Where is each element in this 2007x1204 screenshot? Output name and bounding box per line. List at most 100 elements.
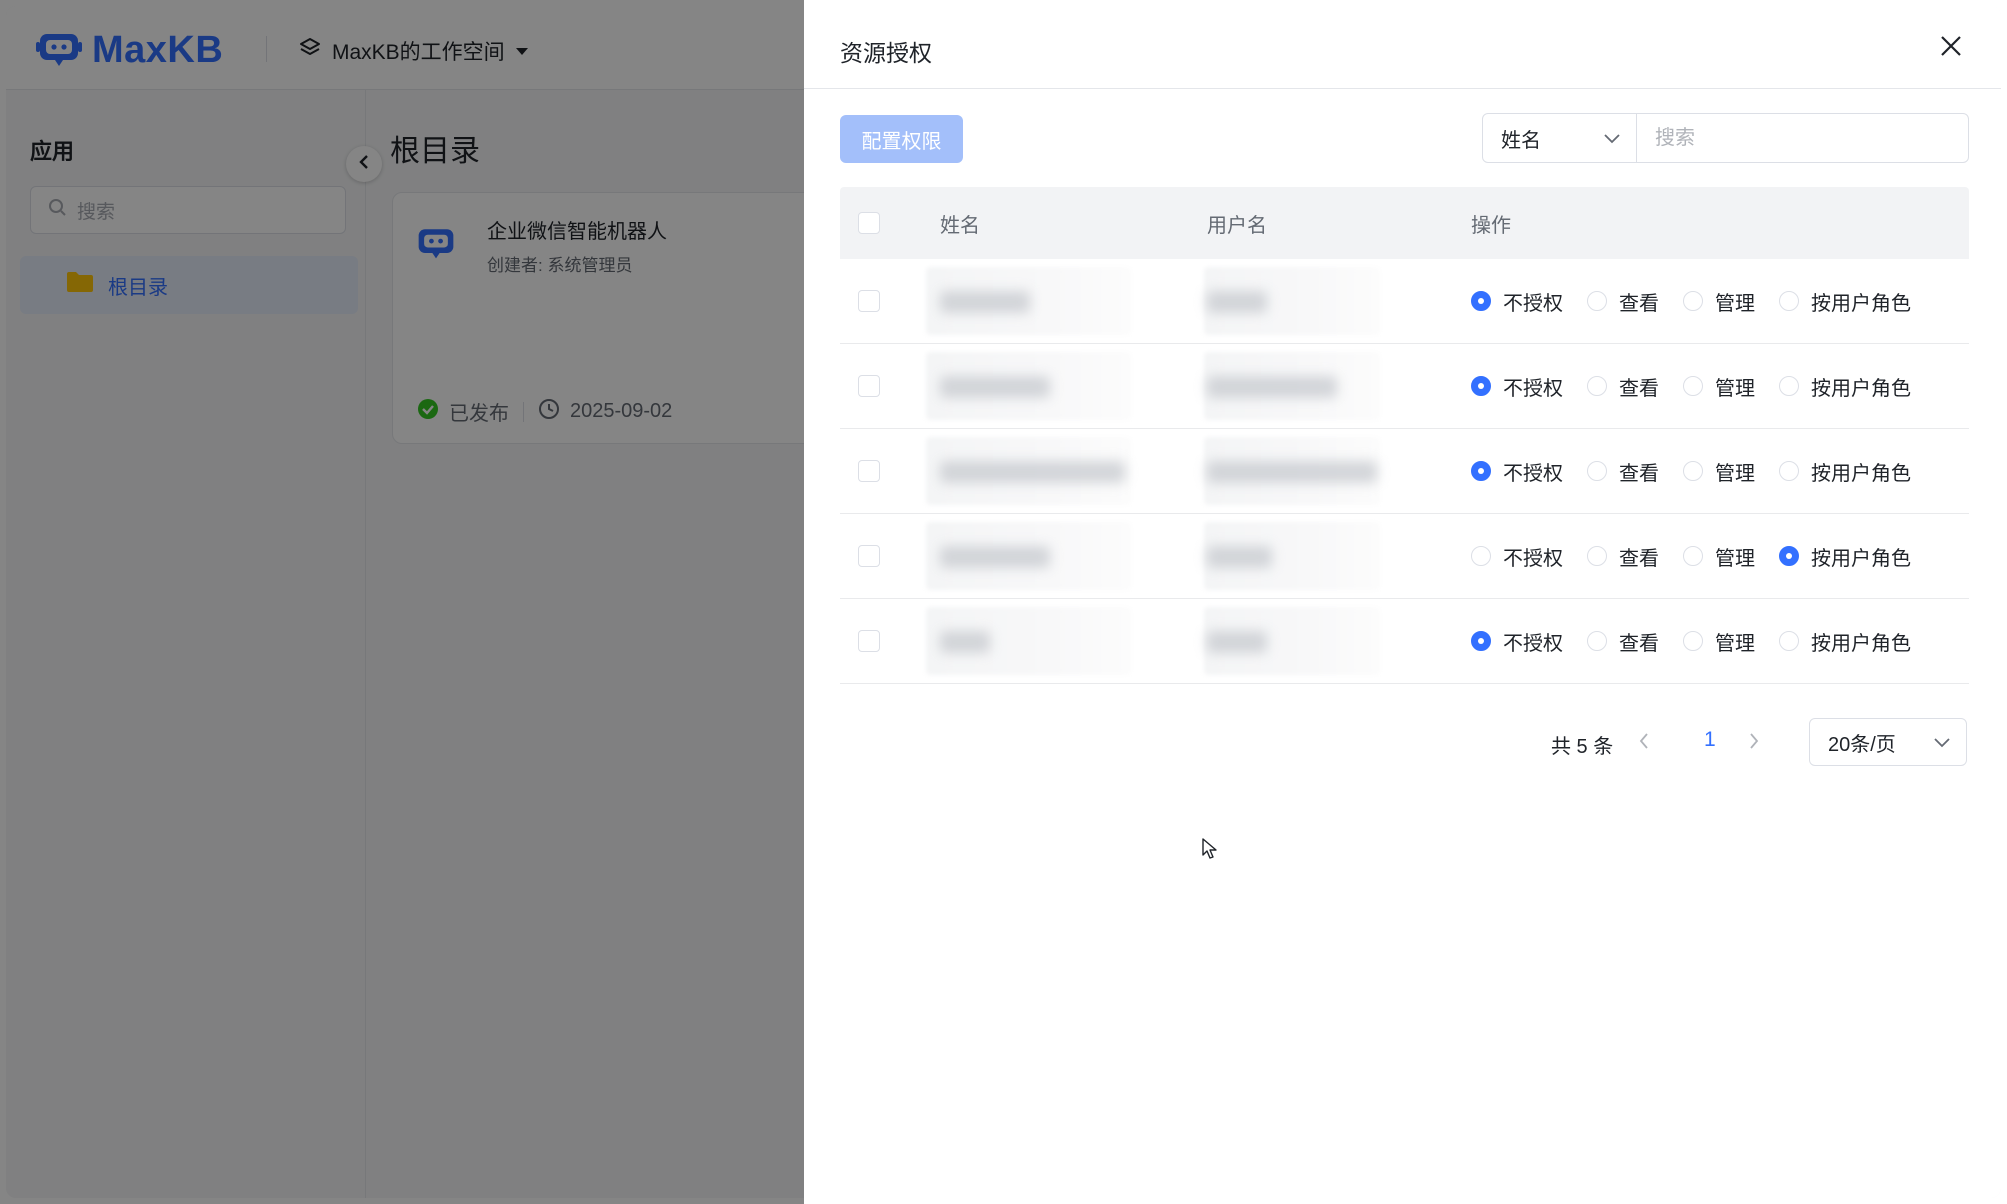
radio-dot xyxy=(1471,461,1491,481)
page-size-value: 20条/页 xyxy=(1828,733,1896,756)
column-header-username: 用户名 xyxy=(1207,214,1267,237)
pagination: 共 5 条 1 20条/页 xyxy=(804,718,1969,766)
radio-dot xyxy=(1587,376,1607,396)
radio-label: 查看 xyxy=(1619,462,1659,485)
radio-dot xyxy=(1779,291,1799,311)
radio-label: 不授权 xyxy=(1503,377,1563,400)
row-checkbox[interactable] xyxy=(858,630,880,652)
radio-view[interactable]: 查看 xyxy=(1587,457,1659,486)
redacted-username-text xyxy=(1207,461,1377,483)
permission-radio-group: 不授权 查看 管理 按用户角色 xyxy=(1471,457,1935,486)
next-page-button[interactable] xyxy=(1748,732,1760,755)
radio-label: 按用户角色 xyxy=(1811,462,1911,485)
radio-view[interactable]: 查看 xyxy=(1587,627,1659,656)
radio-label: 管理 xyxy=(1715,632,1755,655)
table-row: 不授权 查看 管理 按用户角色 xyxy=(840,429,1969,514)
radio-view[interactable]: 查看 xyxy=(1587,542,1659,571)
configure-permissions-button[interactable]: 配置权限 xyxy=(840,115,963,163)
radio-view[interactable]: 查看 xyxy=(1587,372,1659,401)
redacted-username-text xyxy=(1207,631,1267,653)
authorization-table: 姓名 用户名 操作 不授权 查看 管理 按用户角色 不授权 查看 管理 按用户角… xyxy=(840,187,1969,684)
radio-label: 查看 xyxy=(1619,292,1659,315)
redacted-name-text xyxy=(940,631,990,653)
permission-radio-group: 不授权 查看 管理 按用户角色 xyxy=(1471,627,1935,656)
radio-label: 管理 xyxy=(1715,377,1755,400)
row-checkbox[interactable] xyxy=(858,290,880,312)
radio-manage[interactable]: 管理 xyxy=(1683,372,1755,401)
radio-manage[interactable]: 管理 xyxy=(1683,542,1755,571)
radio-label: 不授权 xyxy=(1503,292,1563,315)
filter-field-select[interactable]: 姓名 xyxy=(1482,113,1637,163)
radio-dot xyxy=(1779,631,1799,651)
search-input[interactable] xyxy=(1636,113,1969,163)
redacted-username-text xyxy=(1207,291,1267,313)
radio-by-user-role[interactable]: 按用户角色 xyxy=(1779,627,1911,656)
table-header: 姓名 用户名 操作 xyxy=(840,187,1969,259)
radio-no-permission[interactable]: 不授权 xyxy=(1471,542,1563,571)
radio-label: 查看 xyxy=(1619,547,1659,570)
radio-by-user-role[interactable]: 按用户角色 xyxy=(1779,372,1911,401)
permission-radio-group: 不授权 查看 管理 按用户角色 xyxy=(1471,287,1935,316)
radio-no-permission[interactable]: 不授权 xyxy=(1471,287,1563,316)
resource-authorization-drawer: 资源授权 配置权限 姓名 姓名 用户名 操作 不授权 xyxy=(804,6,2001,1198)
radio-dot xyxy=(1779,461,1799,481)
radio-manage[interactable]: 管理 xyxy=(1683,287,1755,316)
row-checkbox[interactable] xyxy=(858,375,880,397)
chevron-down-icon xyxy=(1934,731,1950,754)
radio-by-user-role[interactable]: 按用户角色 xyxy=(1779,287,1911,316)
redacted-name-text xyxy=(940,291,1030,313)
select-all-checkbox[interactable] xyxy=(858,212,880,234)
mouse-cursor-icon xyxy=(1202,838,1218,865)
chevron-right-icon xyxy=(1750,733,1759,749)
radio-dot xyxy=(1471,291,1491,311)
close-button[interactable] xyxy=(1937,34,1965,62)
radio-label: 不授权 xyxy=(1503,462,1563,485)
redacted-username-text xyxy=(1207,376,1337,398)
drawer-header: 资源授权 xyxy=(804,6,2001,89)
page-size-select[interactable]: 20条/页 xyxy=(1809,718,1967,766)
page-number-current[interactable]: 1 xyxy=(1704,728,1716,752)
table-row: 不授权 查看 管理 按用户角色 xyxy=(840,599,1969,684)
radio-label: 不授权 xyxy=(1503,547,1563,570)
row-checkbox[interactable] xyxy=(858,460,880,482)
radio-dot xyxy=(1779,546,1799,566)
radio-no-permission[interactable]: 不授权 xyxy=(1471,627,1563,656)
radio-dot xyxy=(1683,461,1703,481)
radio-label: 查看 xyxy=(1619,632,1659,655)
redacted-name-text xyxy=(940,546,1050,568)
chevron-down-icon xyxy=(1604,127,1620,150)
radio-label: 按用户角色 xyxy=(1811,632,1911,655)
table-row: 不授权 查看 管理 按用户角色 xyxy=(840,344,1969,429)
modal-overlay[interactable] xyxy=(0,0,804,1204)
radio-dot xyxy=(1683,376,1703,396)
prev-page-button[interactable] xyxy=(1638,732,1650,755)
table-row: 不授权 查看 管理 按用户角色 xyxy=(840,514,1969,599)
radio-dot xyxy=(1587,546,1607,566)
radio-by-user-role[interactable]: 按用户角色 xyxy=(1779,457,1911,486)
row-checkbox[interactable] xyxy=(858,545,880,567)
filter-field-value: 姓名 xyxy=(1501,129,1541,152)
radio-label: 按用户角色 xyxy=(1811,547,1911,570)
chevron-left-icon xyxy=(1639,733,1648,749)
permission-radio-group: 不授权 查看 管理 按用户角色 xyxy=(1471,372,1935,401)
radio-label: 管理 xyxy=(1715,547,1755,570)
redacted-name-text xyxy=(940,461,1125,483)
pagination-total: 共 5 条 xyxy=(1551,736,1614,758)
radio-by-user-role[interactable]: 按用户角色 xyxy=(1779,542,1911,571)
radio-label: 查看 xyxy=(1619,377,1659,400)
table-row: 不授权 查看 管理 按用户角色 xyxy=(840,259,1969,344)
radio-dot xyxy=(1587,461,1607,481)
redacted-username-text xyxy=(1207,546,1272,568)
drawer-title: 资源授权 xyxy=(840,40,932,66)
radio-dot xyxy=(1471,631,1491,651)
radio-dot xyxy=(1683,546,1703,566)
radio-label: 管理 xyxy=(1715,292,1755,315)
close-icon xyxy=(1940,35,1962,62)
radio-no-permission[interactable]: 不授权 xyxy=(1471,457,1563,486)
radio-dot xyxy=(1471,376,1491,396)
redacted-name-text xyxy=(940,376,1050,398)
radio-no-permission[interactable]: 不授权 xyxy=(1471,372,1563,401)
radio-view[interactable]: 查看 xyxy=(1587,287,1659,316)
radio-manage[interactable]: 管理 xyxy=(1683,457,1755,486)
radio-manage[interactable]: 管理 xyxy=(1683,627,1755,656)
